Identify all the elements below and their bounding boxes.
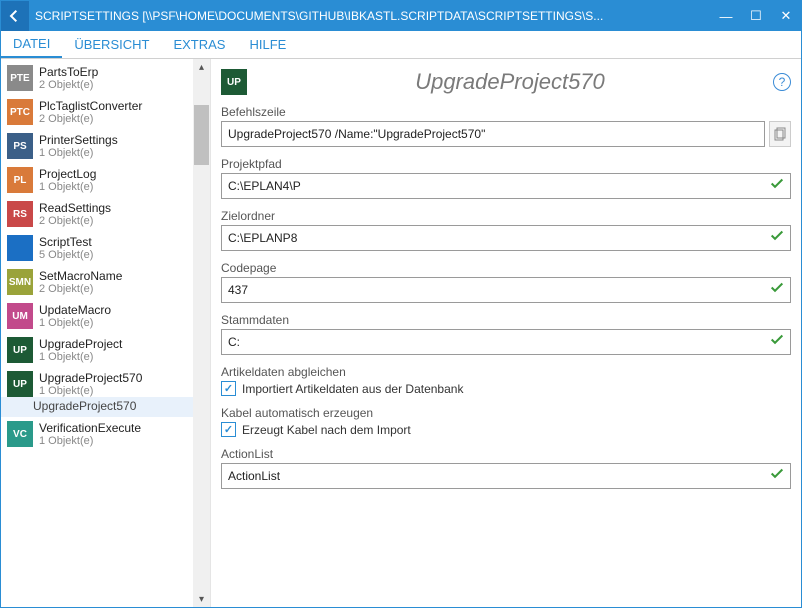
actionlist-label: ActionList — [221, 447, 791, 461]
sidebar-item-icon: PTC — [7, 99, 33, 125]
sidebar-item-sub: 1 Objekt(e) — [39, 147, 118, 159]
sidebar-item-sub: 1 Objekt(e) — [39, 435, 141, 447]
sidebar-item-label: UpgradeProject570 — [39, 371, 142, 385]
minimize-button[interactable]: — — [711, 1, 741, 31]
sidebar-item-icon: SMN — [7, 269, 33, 295]
check-icon — [769, 228, 785, 249]
sidebar-item-sub: 1 Objekt(e) — [39, 317, 111, 329]
sidebar-item-printersettings[interactable]: PS PrinterSettings 1 Objekt(e) — [1, 129, 210, 163]
sidebar-item-sub: 1 Objekt(e) — [39, 351, 122, 363]
sidebar-item-label: PrinterSettings — [39, 133, 118, 147]
main-panel: UP UpgradeProject570 ? Befehlszeile Upgr… — [211, 59, 801, 607]
sidebar-item-icon: RS — [7, 201, 33, 227]
menu-hilfe[interactable]: HILFE — [237, 31, 298, 58]
check-icon — [769, 332, 785, 353]
window-title: SCRIPTSETTINGS [\\PSF\HOME\DOCUMENTS\GIT… — [29, 9, 711, 23]
sidebar-item-icon: UP — [7, 371, 33, 397]
maximize-button[interactable]: ☐ — [741, 1, 771, 31]
codepage-label: Codepage — [221, 261, 791, 275]
sidebar-item-upgradeproject570[interactable]: UP UpgradeProject570 1 Objekt(e) — [1, 367, 210, 401]
stammdaten-label: Stammdaten — [221, 313, 791, 327]
sidebar-item-icon: PL — [7, 167, 33, 193]
help-icon[interactable]: ? — [773, 73, 791, 91]
kabel-checkbox[interactable]: ✓ — [221, 422, 236, 437]
menu-datei[interactable]: DATEI — [1, 31, 62, 58]
menu-uebersicht[interactable]: ÜBERSICHT — [62, 31, 161, 58]
sidebar-item-sub: 1 Objekt(e) — [39, 385, 142, 397]
sidebar-selected-child[interactable]: UpgradeProject570 — [1, 397, 210, 417]
sidebar-item-label: VerificationExecute — [39, 421, 141, 435]
menu-extras[interactable]: EXTRAS — [161, 31, 237, 58]
sidebar-item-icon: VC — [7, 421, 33, 447]
sidebar-item-updatemacro[interactable]: UM UpdateMacro 1 Objekt(e) — [1, 299, 210, 333]
befehlszeile-input[interactable]: UpgradeProject570 /Name:"UpgradeProject5… — [221, 121, 765, 147]
artikeldaten-check-label: Importiert Artikeldaten aus der Datenban… — [242, 382, 463, 396]
check-icon — [769, 280, 785, 301]
scrollbar[interactable]: ▴ ▾ — [193, 59, 210, 607]
sidebar-item-scripttest[interactable]: ScriptTest 5 Objekt(e) — [1, 231, 210, 265]
artikeldaten-label: Artikeldaten abgleichen — [221, 365, 791, 379]
close-button[interactable]: ✕ — [771, 1, 801, 31]
projektpfad-label: Projektpfad — [221, 157, 791, 171]
sidebar-item-label: ProjectLog — [39, 167, 96, 181]
sidebar-item-icon — [7, 235, 33, 261]
zielordner-input[interactable]: C:\EPLANP8 — [221, 225, 791, 251]
actionlist-input[interactable]: ActionList — [221, 463, 791, 489]
befehlszeile-label: Befehlszeile — [221, 105, 791, 119]
sidebar-item-label: PlcTaglistConverter — [39, 99, 142, 113]
zielordner-label: Zielordner — [221, 209, 791, 223]
titlebar: SCRIPTSETTINGS [\\PSF\HOME\DOCUMENTS\GIT… — [1, 1, 801, 31]
sidebar: PTE PartsToErp 2 Objekt(e) PTC PlcTaglis… — [1, 59, 211, 607]
sidebar-item-icon: PTE — [7, 65, 33, 91]
app-icon — [1, 1, 29, 31]
projektpfad-input[interactable]: C:\EPLAN4\P — [221, 173, 791, 199]
sidebar-item-label: ScriptTest — [39, 235, 93, 249]
main-header-icon: UP — [221, 69, 247, 95]
menubar: DATEI ÜBERSICHT EXTRAS HILFE — [1, 31, 801, 59]
sidebar-item-label: UpdateMacro — [39, 303, 111, 317]
sidebar-item-icon: PS — [7, 133, 33, 159]
sidebar-item-sub: 2 Objekt(e) — [39, 79, 98, 91]
kabel-check-label: Erzeugt Kabel nach dem Import — [242, 423, 411, 437]
sidebar-item-label: SetMacroName — [39, 269, 122, 283]
check-icon — [769, 176, 785, 197]
sidebar-item-sub: 2 Objekt(e) — [39, 113, 142, 125]
sidebar-item-label: UpgradeProject — [39, 337, 122, 351]
sidebar-item-label: ReadSettings — [39, 201, 111, 215]
sidebar-item-projectlog[interactable]: PL ProjectLog 1 Objekt(e) — [1, 163, 210, 197]
sidebar-item-plctaglistconverter[interactable]: PTC PlcTaglistConverter 2 Objekt(e) — [1, 95, 210, 129]
sidebar-item-sub: 1 Objekt(e) — [39, 181, 96, 193]
sidebar-item-sub: 5 Objekt(e) — [39, 249, 93, 261]
check-icon — [769, 466, 785, 487]
codepage-input[interactable]: 437 — [221, 277, 791, 303]
sidebar-item-upgradeproject[interactable]: UP UpgradeProject 1 Objekt(e) — [1, 333, 210, 367]
page-title: UpgradeProject570 — [257, 69, 763, 95]
sidebar-item-icon: UP — [7, 337, 33, 363]
kabel-label: Kabel automatisch erzeugen — [221, 406, 791, 420]
sidebar-item-readsettings[interactable]: RS ReadSettings 2 Objekt(e) — [1, 197, 210, 231]
sidebar-item-sub: 2 Objekt(e) — [39, 215, 111, 227]
copy-button[interactable] — [769, 121, 791, 147]
artikeldaten-checkbox[interactable]: ✓ — [221, 381, 236, 396]
sidebar-item-label: PartsToErp — [39, 65, 98, 79]
sidebar-item-icon: UM — [7, 303, 33, 329]
scrollbar-thumb[interactable] — [194, 105, 209, 165]
sidebar-item-sub: 2 Objekt(e) — [39, 283, 122, 295]
stammdaten-input[interactable]: C: — [221, 329, 791, 355]
sidebar-item-verificationexecute[interactable]: VC VerificationExecute 1 Objekt(e) — [1, 417, 210, 451]
sidebar-item-partstoerp[interactable]: PTE PartsToErp 2 Objekt(e) — [1, 61, 210, 95]
sidebar-item-setmacroname[interactable]: SMN SetMacroName 2 Objekt(e) — [1, 265, 210, 299]
